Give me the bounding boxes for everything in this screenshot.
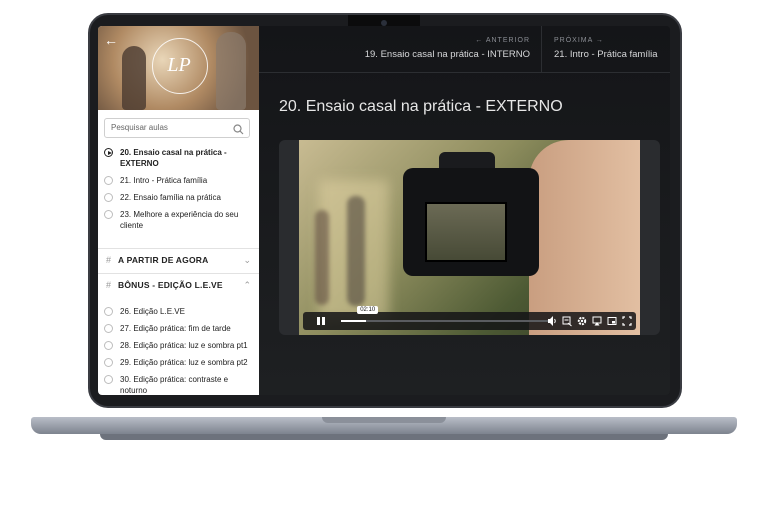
- hero-person-right: [216, 32, 246, 110]
- search-placeholder: Pesquisar aulas: [111, 123, 168, 132]
- lesson-item[interactable]: 21. Intro - Prática família: [98, 172, 259, 189]
- play-circle-icon: [104, 148, 113, 157]
- video-person-right: [347, 196, 365, 306]
- circle-icon: [104, 307, 113, 316]
- volume-icon[interactable]: [547, 315, 557, 327]
- lesson-label: 28. Edição prática: luz e sombra pt1: [120, 341, 248, 350]
- lesson-title: 20. Ensaio casal na prática - EXTERNO: [279, 98, 563, 115]
- hero-person-left: [122, 46, 146, 110]
- circle-icon: [104, 210, 113, 219]
- hash-icon: #: [106, 255, 112, 265]
- lesson-label: 26. Edição L.E.VE: [120, 307, 185, 316]
- lesson-item[interactable]: 27. Edição prática: fim de tarde: [98, 320, 259, 337]
- course-hero-image: LP ←: [98, 26, 259, 110]
- laptop-base-lip: [322, 417, 446, 423]
- lesson-item[interactable]: 22. Ensaio família na prática: [98, 189, 259, 206]
- lesson-main: ← ANTERIOR 19. Ensaio casal na prática -…: [259, 26, 670, 395]
- lesson-navbar: ← ANTERIOR 19. Ensaio casal na prática -…: [259, 26, 670, 73]
- laptop-base-foot: [100, 434, 668, 440]
- control-icons: [547, 315, 632, 327]
- video-controls: 02:10: [303, 306, 636, 330]
- lesson-label: 21. Intro - Prática família: [120, 176, 208, 185]
- lesson-label: 30. Edição prática: contraste e noturno: [120, 375, 229, 395]
- back-arrow-icon[interactable]: ←: [104, 32, 118, 48]
- lesson-list: 20. Ensaio casal na prática - EXTERNO 21…: [98, 144, 259, 234]
- next-title: 21. Intro - Prática família: [554, 49, 658, 60]
- next-lesson-link[interactable]: PRÓXIMA → 21. Intro - Prática família: [541, 26, 670, 72]
- lesson-item[interactable]: 30. Edição prática: contraste e noturno: [98, 371, 259, 395]
- hash-icon: #: [106, 280, 112, 290]
- circle-icon: [104, 358, 113, 367]
- search-icon[interactable]: [233, 122, 244, 140]
- progress-fill: [341, 320, 367, 322]
- lesson-item[interactable]: 28. Edição prática: luz e sombra pt1: [98, 337, 259, 354]
- lesson-label: 23. Melhore a experiência do seu cliente: [120, 210, 239, 230]
- course-sidebar: LP ← Pesquisar aulas 20. Ensaio casal na…: [98, 26, 259, 395]
- search-input[interactable]: Pesquisar aulas: [104, 118, 250, 138]
- captions-icon[interactable]: [562, 315, 572, 327]
- chevron-down-icon: ⌄: [243, 255, 251, 265]
- lesson-item[interactable]: 23. Melhore a experiência do seu cliente: [98, 206, 259, 234]
- settings-icon[interactable]: [577, 315, 587, 327]
- lesson-label: 27. Edição prática: fim de tarde: [120, 324, 231, 333]
- previous-title: 19. Ensaio casal na prática - INTERNO: [364, 49, 530, 60]
- video-person-left: [315, 210, 329, 305]
- airplay-icon[interactable]: [592, 315, 602, 327]
- bonus-lesson-list: 26. Edição L.E.VE 27. Edição prática: fi…: [98, 303, 259, 395]
- pip-icon[interactable]: [607, 315, 617, 327]
- section-title: A PARTIR DE AGORA: [118, 255, 209, 265]
- circle-icon: [104, 375, 113, 384]
- circle-icon: [104, 341, 113, 350]
- lesson-label: 20. Ensaio casal na prática - EXTERNO: [120, 148, 227, 168]
- pause-icon[interactable]: [307, 314, 333, 328]
- previous-lesson-link[interactable]: ← ANTERIOR 19. Ensaio casal na prática -…: [330, 26, 530, 72]
- circle-icon: [104, 193, 113, 202]
- lesson-label: 22. Ensaio família na prática: [120, 193, 221, 202]
- chevron-up-icon: ⌃: [243, 280, 251, 290]
- course-logo: LP: [167, 54, 191, 76]
- video-hand: [529, 140, 640, 335]
- time-tooltip: 02:10: [357, 306, 379, 314]
- fullscreen-icon[interactable]: [622, 315, 632, 327]
- screen: LP ← Pesquisar aulas 20. Ensaio casal na…: [98, 26, 670, 395]
- section-a-partir-de-agora[interactable]: # A PARTIR DE AGORA ⌄: [98, 248, 259, 272]
- progress-bar[interactable]: 02:10: [341, 306, 551, 322]
- lesson-item-active[interactable]: 20. Ensaio casal na prática - EXTERNO: [98, 144, 259, 172]
- lesson-item[interactable]: 26. Edição L.E.VE: [98, 303, 259, 320]
- lesson-item[interactable]: 29. Edição prática: luz e sombra pt2: [98, 354, 259, 371]
- section-bonus-edicao[interactable]: # BÔNUS - EDIÇÃO L.E.VE ⌃: [98, 273, 259, 297]
- video-camera-screen: [425, 202, 507, 262]
- lesson-label: 29. Edição prática: luz e sombra pt2: [120, 358, 248, 367]
- video-player[interactable]: [299, 140, 640, 335]
- previous-label: ← ANTERIOR: [475, 37, 530, 44]
- circle-icon: [104, 176, 113, 185]
- next-label: PRÓXIMA →: [554, 37, 604, 44]
- circle-icon: [104, 324, 113, 333]
- section-title: BÔNUS - EDIÇÃO L.E.VE: [118, 280, 223, 290]
